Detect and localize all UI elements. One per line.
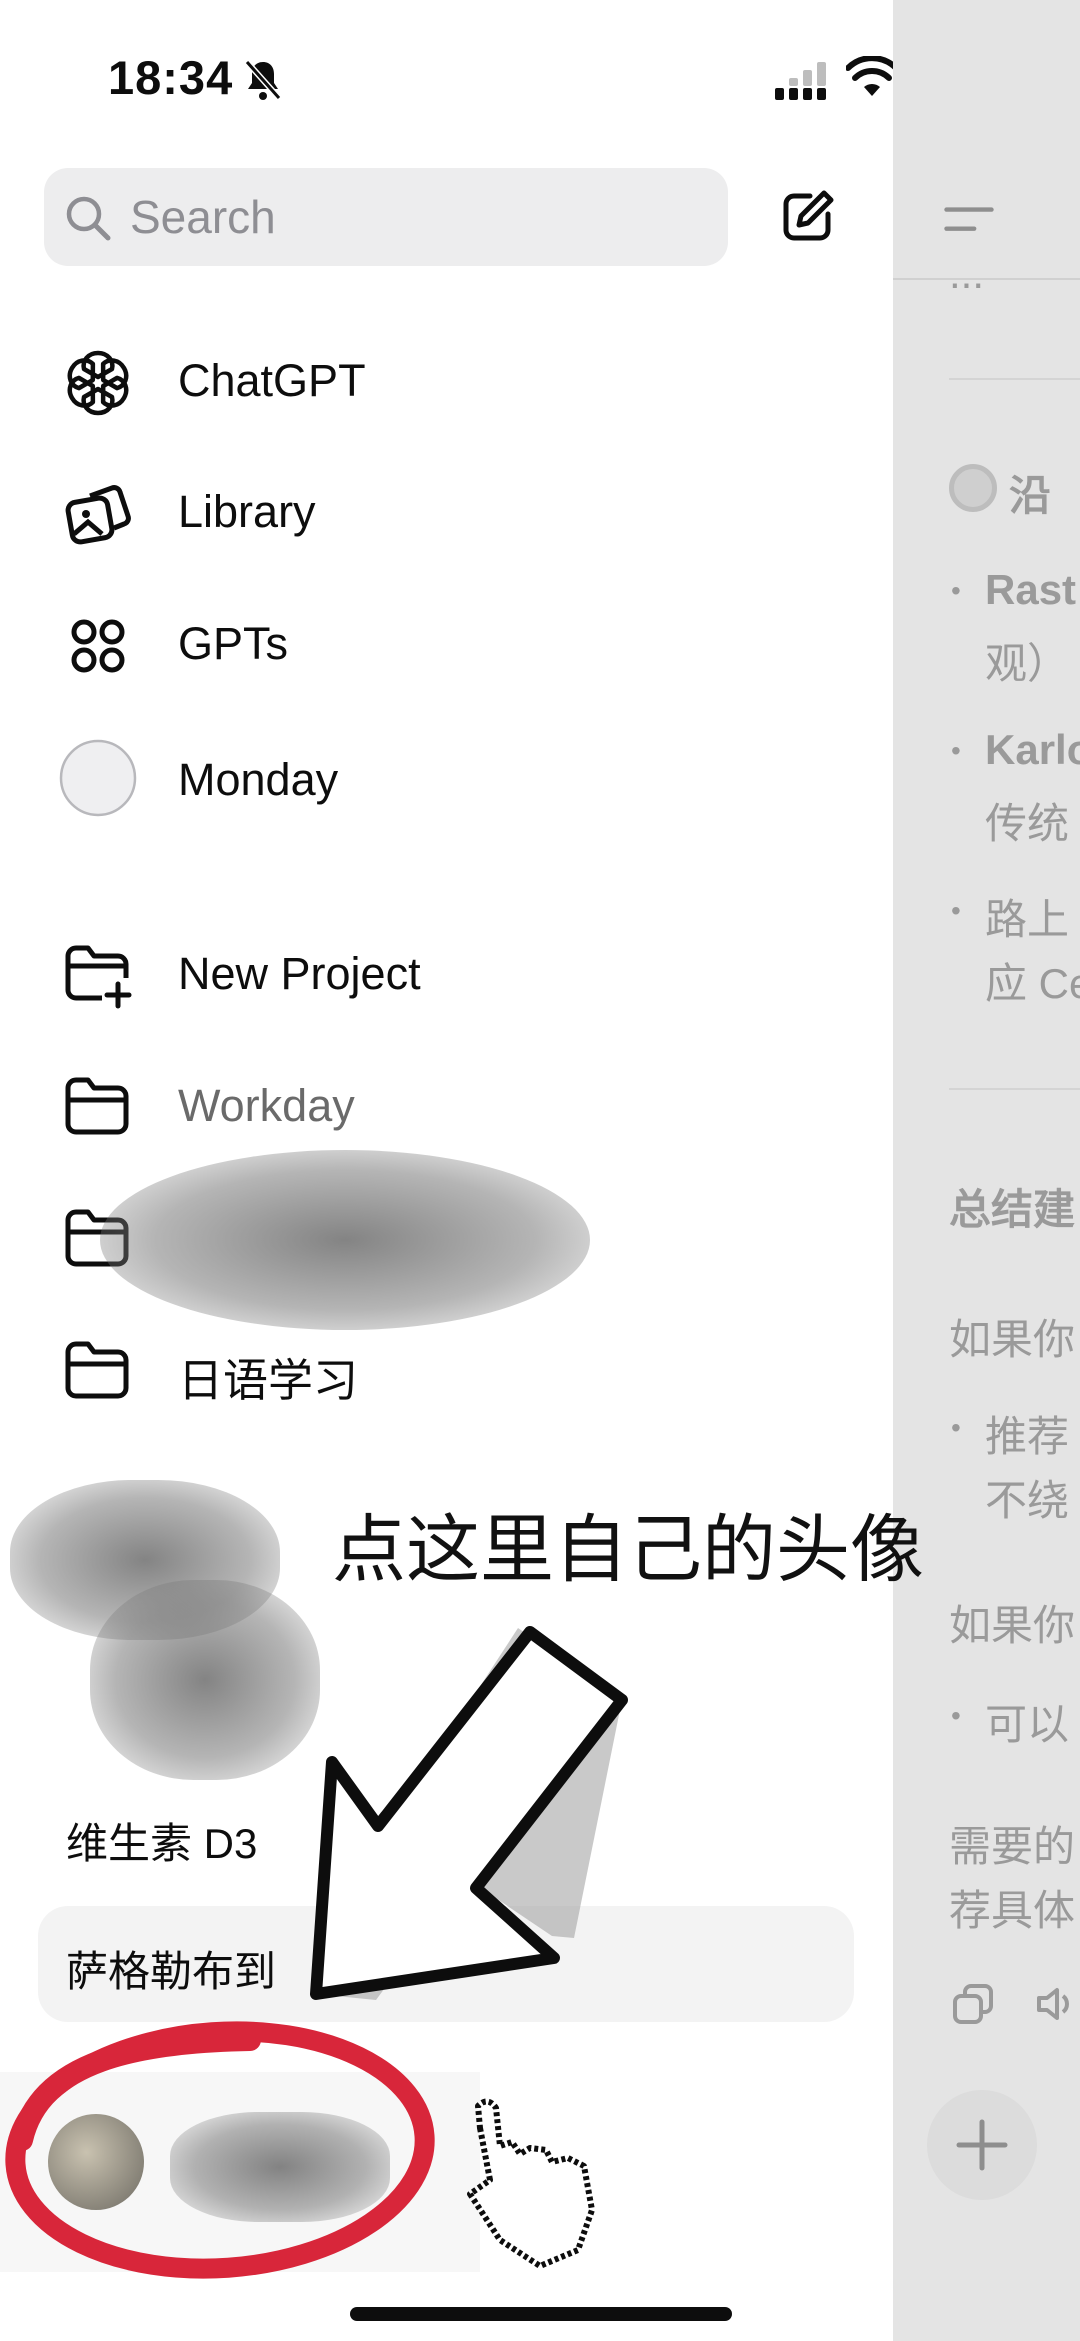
sidebar-item-label: New Project — [178, 948, 421, 999]
library-icon — [65, 485, 131, 545]
attach-plus-button[interactable] — [927, 2090, 1037, 2200]
plus-icon — [956, 2119, 1008, 2171]
chat-item-selected[interactable]: 萨格勒布到 — [38, 1906, 854, 2022]
text-fragment: 沿 — [1009, 472, 1052, 519]
redaction-scribble — [90, 1580, 320, 1780]
sidebar-item-chatgpt[interactable]: ChatGPT — [0, 329, 880, 439]
sidebar-item-label: Library — [178, 486, 316, 537]
bullet: • — [951, 575, 961, 606]
status-time: 18:34 — [108, 51, 234, 104]
sidebar-item-gpts[interactable]: GPTs — [0, 592, 880, 702]
project-item-workday[interactable]: Workday — [0, 1054, 880, 1164]
text-fragment: 路上 — [985, 896, 1070, 943]
sidebar-item-library[interactable]: Library — [0, 460, 880, 570]
text-fragment: 推荐 — [985, 1413, 1070, 1460]
new-chat-compose-icon[interactable] — [780, 188, 836, 244]
app-screen: 18:34 80 Search — [0, 0, 1080, 2341]
bullet: • — [951, 895, 961, 926]
text-fragment: 荐具体 — [949, 1887, 1076, 1934]
text-fragment: 需要的 — [949, 1823, 1076, 1870]
bullet: • — [951, 1700, 961, 1731]
text-fragment: 总结建 — [949, 1186, 1076, 1233]
chat-item-label: 维生素 D3 — [66, 1820, 258, 1867]
sidebar-item-monday[interactable]: Monday — [0, 724, 880, 834]
text-fragment: 如果你 — [949, 1602, 1076, 1649]
divider — [949, 378, 1080, 380]
signal-icon — [775, 62, 826, 100]
user-profile-button[interactable] — [0, 2072, 480, 2272]
text-fragment: 如果你 — [949, 1316, 1076, 1363]
text-fragment: 应 Ce — [985, 960, 1080, 1007]
sidebar-item-label: GPTs — [178, 618, 289, 669]
search-placeholder[interactable]: Search — [130, 190, 276, 244]
text-fragment: 不绕 — [985, 1477, 1070, 1524]
sidebar-item-label: 日语学习 — [178, 1355, 359, 1406]
chat-item[interactable]: 维生素 D3 — [38, 1778, 854, 1894]
new-project-button[interactable]: New Project — [0, 922, 880, 1032]
folder-icon — [65, 1341, 129, 1399]
chat-item-label: 萨格勒布到 — [66, 1948, 277, 1995]
copy-icon[interactable] — [951, 1982, 995, 2026]
redaction-scribble — [100, 1150, 590, 1330]
text-fragment: 传统 — [985, 800, 1070, 847]
bell-slash-icon — [244, 60, 282, 100]
speaker-icon[interactable] — [1033, 1982, 1077, 2026]
chat-panel-dimmed[interactable]: ... 沿 • Rast 观） • Karlo 传统 • 路上 应 Ce 总结建… — [893, 0, 1080, 2341]
divider — [949, 1088, 1080, 1090]
sidebar-item-label: ChatGPT — [178, 355, 366, 406]
annotation-text: 点这里自己的头像 — [332, 1507, 924, 1593]
text-fragment: Rast — [985, 566, 1077, 613]
user-avatar[interactable] — [48, 2114, 144, 2210]
menu-icon[interactable] — [943, 202, 995, 238]
home-indicator — [350, 2307, 732, 2321]
bullet: • — [951, 1412, 961, 1443]
redaction-scribble — [170, 2112, 390, 2222]
chatgpt-logo-icon — [67, 350, 129, 416]
sidebar-item-label: Monday — [178, 754, 339, 805]
sidebar-item-label: Workday — [178, 1080, 355, 1131]
search-icon — [66, 196, 111, 241]
text-fragment: ... — [949, 250, 985, 297]
folder-icon — [65, 1077, 129, 1135]
monday-avatar-icon — [59, 739, 137, 817]
text-fragment: Karlo — [985, 726, 1080, 773]
gpts-grid-icon — [71, 619, 125, 673]
text-fragment: 观） — [985, 640, 1070, 687]
bullet: • — [951, 735, 961, 766]
project-item-japanese[interactable]: 日语学习 — [0, 1318, 880, 1428]
wifi-icon — [846, 56, 898, 96]
header-divider — [893, 278, 1080, 280]
text-fragment: 可以 — [985, 1701, 1070, 1748]
folder-plus-icon — [65, 945, 132, 1009]
plate-icon — [949, 464, 997, 512]
